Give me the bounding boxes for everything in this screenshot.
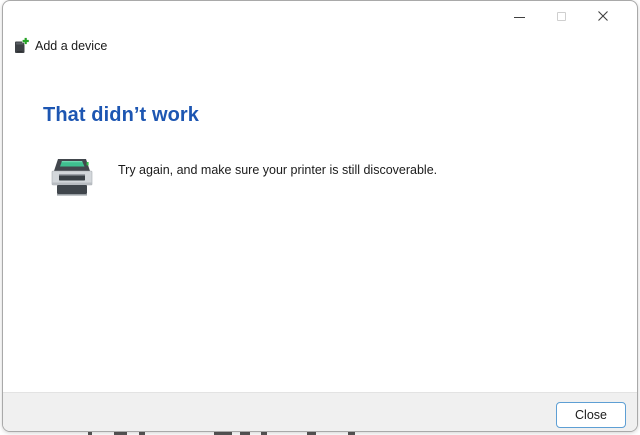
close-window-button[interactable] bbox=[582, 1, 624, 31]
message-row: Try again, and make sure your printer is… bbox=[49, 158, 437, 200]
close-icon bbox=[597, 10, 609, 22]
add-device-icon bbox=[13, 37, 30, 54]
minimize-icon bbox=[514, 17, 525, 18]
minimize-button[interactable] bbox=[498, 1, 540, 31]
dialog-title: Add a device bbox=[35, 39, 107, 53]
maximize-icon bbox=[557, 12, 566, 21]
titlebar bbox=[3, 1, 637, 33]
maximize-button bbox=[540, 1, 582, 31]
close-button[interactable]: Close bbox=[556, 402, 626, 428]
footer-bar: Close bbox=[3, 392, 637, 431]
add-device-dialog: Add a device That didn’t work bbox=[2, 0, 638, 432]
error-message: Try again, and make sure your printer is… bbox=[118, 163, 437, 177]
error-heading: That didn’t work bbox=[43, 104, 199, 127]
printer-icon bbox=[49, 158, 95, 200]
wizard-header: Add a device bbox=[13, 37, 107, 54]
